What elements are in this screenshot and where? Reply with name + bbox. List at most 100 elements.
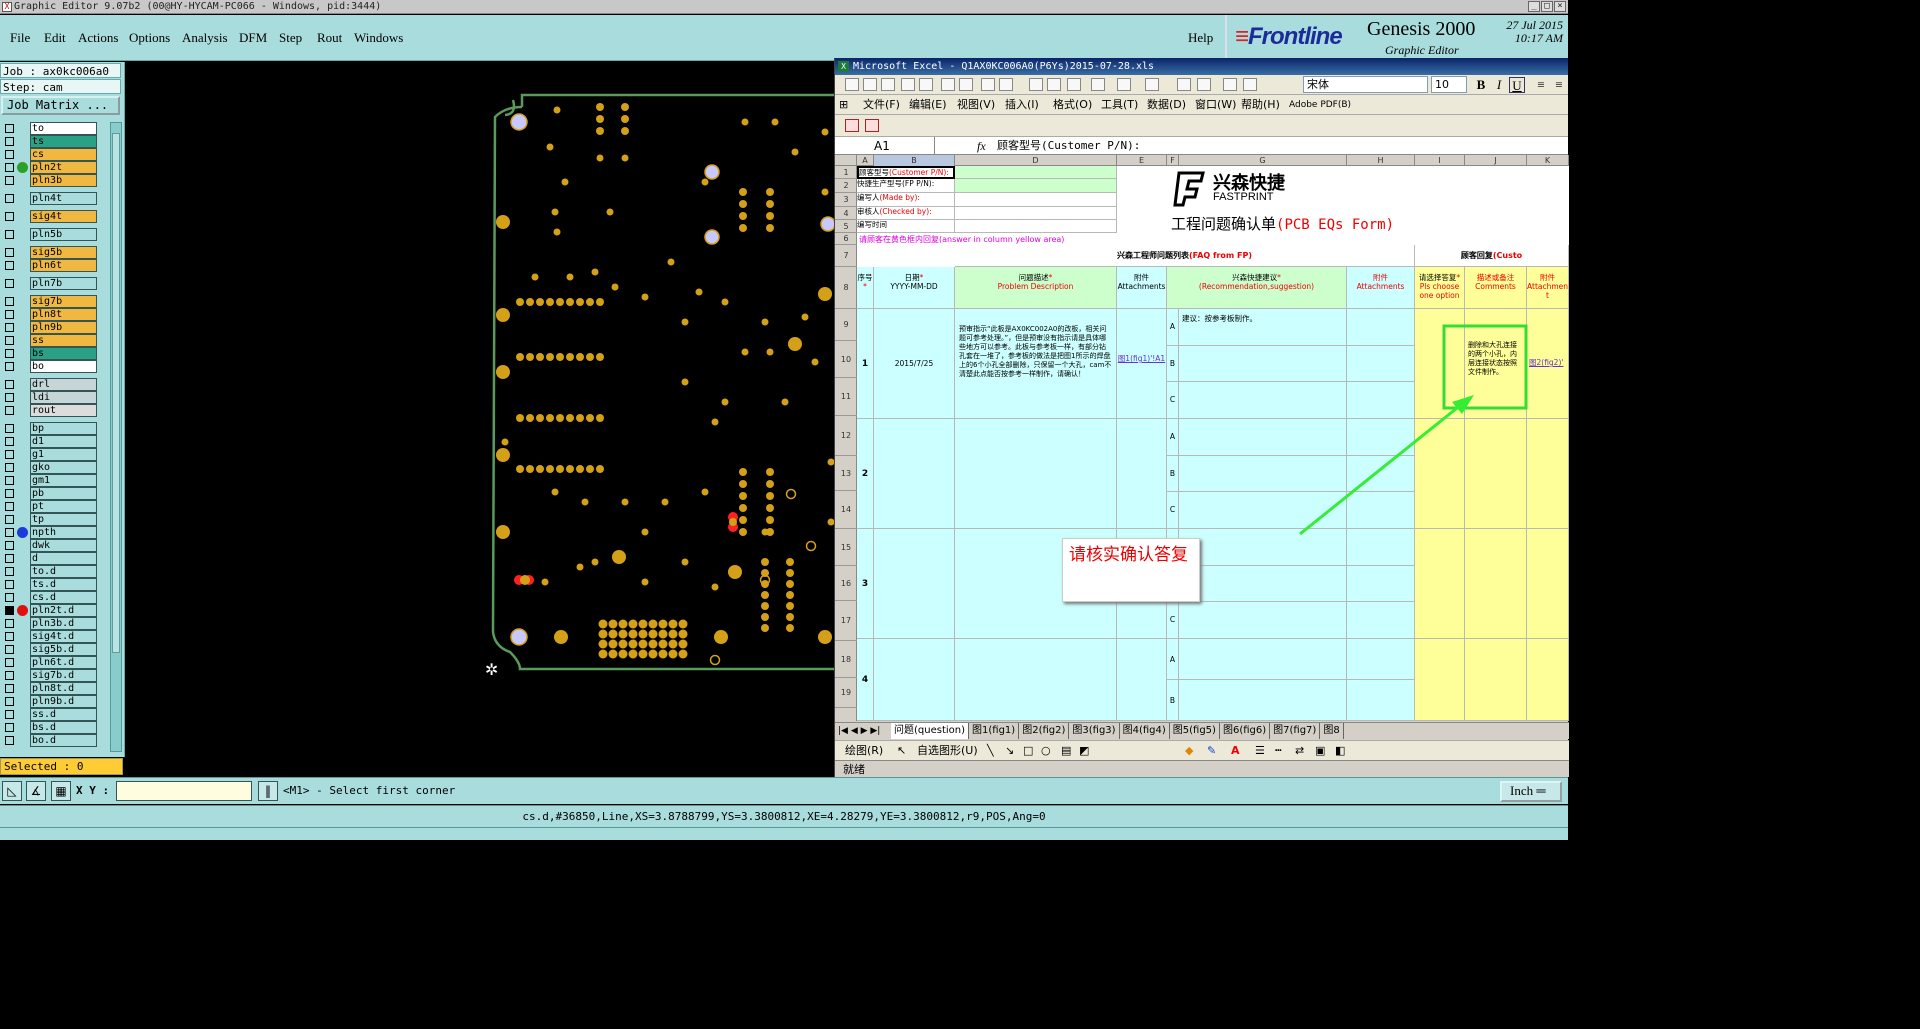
choose-option-cell[interactable] — [1415, 639, 1465, 721]
layer-row[interactable]: sig7b — [0, 295, 110, 308]
layer-name[interactable]: sig7b.d — [30, 669, 97, 682]
choose-option-cell[interactable] — [1415, 419, 1465, 529]
menu-dfm[interactable]: DFM — [239, 30, 267, 46]
layer-scrollbar[interactable] — [110, 122, 122, 752]
row-header[interactable]: 11 — [835, 378, 857, 416]
issue-date[interactable] — [874, 419, 955, 529]
layer-name[interactable]: pt — [30, 500, 97, 513]
excel-menu-edit[interactable]: 编辑(E) — [909, 95, 947, 115]
layer-checkbox[interactable] — [5, 261, 14, 270]
recommendation-cell[interactable] — [1179, 455, 1347, 493]
excel-window[interactable]: X Microsoft Excel - Q1AX0KC006A0(P6Ys)20… — [834, 58, 1569, 777]
fx-icon[interactable]: fx — [977, 137, 986, 155]
layer-name[interactable]: pb — [30, 487, 97, 500]
hyperlink-icon[interactable] — [1177, 78, 1191, 91]
layer-checkbox[interactable] — [5, 632, 14, 641]
email-icon[interactable] — [919, 78, 933, 91]
col-header-d[interactable]: D — [955, 155, 1117, 166]
layer-name[interactable]: bo — [30, 360, 97, 373]
draw-menu[interactable]: 绘图(R) — [845, 741, 883, 761]
layer-row[interactable]: bs.d — [0, 721, 110, 734]
line-tool-icon[interactable]: ╲ — [987, 741, 994, 761]
layer-name[interactable]: g1 — [30, 448, 97, 461]
menu-help[interactable]: Help — [1188, 30, 1213, 46]
menu-options[interactable]: Options — [129, 30, 170, 46]
col-header-a[interactable]: A — [857, 155, 874, 166]
layer-row[interactable]: pln6t — [0, 259, 110, 272]
layer-row[interactable]: pln4t — [0, 192, 110, 205]
cell-a4[interactable]: 审核人(Checked by): — [857, 207, 955, 220]
layer-checkbox[interactable] — [5, 645, 14, 654]
layer-row[interactable]: sig4t — [0, 210, 110, 223]
arrow-style-icon[interactable]: ⇄ — [1295, 741, 1304, 761]
attachment-cell[interactable] — [1347, 345, 1415, 383]
layer-checkbox[interactable] — [5, 424, 14, 433]
layer-checkbox[interactable] — [5, 671, 14, 680]
layer-name[interactable]: d1 — [30, 435, 97, 448]
row-header[interactable]: 15 — [835, 529, 857, 566]
layer-name[interactable]: cs.d — [30, 591, 97, 604]
layer-row[interactable]: pln9b.d — [0, 695, 110, 708]
layer-checkbox[interactable] — [5, 150, 14, 159]
row-header[interactable]: 14 — [835, 491, 857, 529]
layer-display-dot[interactable] — [17, 605, 28, 616]
align-left-icon[interactable]: ≡ — [1533, 77, 1549, 93]
name-box[interactable]: A1 — [837, 137, 935, 154]
cell-d2[interactable] — [955, 179, 1117, 193]
customer-attachment-cell[interactable] — [1527, 419, 1569, 529]
choose-option-cell[interactable] — [1415, 529, 1465, 639]
layer-checkbox[interactable] — [5, 541, 14, 550]
layer-checkbox[interactable] — [5, 580, 14, 589]
layer-checkbox[interactable] — [5, 279, 14, 288]
excel-menu-window[interactable]: 窗口(W) — [1195, 95, 1236, 115]
sheet-nav-arrows[interactable]: |◀ ◀ ▶ ▶| — [838, 723, 880, 739]
recommendation-cell[interactable] — [1179, 492, 1347, 529]
layer-name[interactable]: ss.d — [30, 708, 97, 721]
layer-row[interactable]: pln2t.d — [0, 604, 110, 617]
layer-name[interactable]: sig4t — [30, 210, 97, 223]
oval-tool-icon[interactable]: ○ — [1041, 741, 1051, 761]
sheet-tab[interactable]: 图5(fig5) — [1170, 723, 1220, 739]
layer-name[interactable]: ss — [30, 334, 97, 347]
col-header-k[interactable]: K — [1527, 155, 1569, 166]
issue-attachment-link[interactable] — [1117, 419, 1167, 529]
attachment-cell[interactable] — [1347, 639, 1415, 680]
autoshape-menu[interactable]: 自选图形(U) — [917, 741, 978, 761]
sheet-tab[interactable]: 图1(fig1) — [969, 723, 1020, 739]
layer-row[interactable]: pln7b — [0, 277, 110, 290]
attachment-cell[interactable] — [1347, 529, 1415, 566]
layer-checkbox[interactable] — [5, 736, 14, 745]
sort-descending-icon[interactable] — [1243, 78, 1257, 91]
font-size-select[interactable]: 10 — [1431, 76, 1467, 93]
issue-date[interactable]: 2015/7/25 — [874, 309, 955, 419]
issue-description[interactable] — [955, 639, 1117, 721]
units-button[interactable]: Inch ═ — [1500, 781, 1562, 802]
issue-description[interactable]: 预审指示“此板是AX0KC002A0的改板，相关问题可参考处理。”，但是预审没有… — [955, 309, 1117, 419]
graphic-canvas[interactable]: ✲ — [125, 62, 834, 776]
attachment-cell[interactable] — [1347, 602, 1415, 639]
row-header[interactable]: 18 — [835, 641, 857, 678]
row-header[interactable]: 4 — [835, 207, 857, 220]
layer-row[interactable]: rout — [0, 404, 110, 417]
sheet-tab[interactable]: 图2(fig2) — [1019, 723, 1070, 739]
undo-icon[interactable] — [1117, 78, 1131, 91]
layer-name[interactable]: sig4t.d — [30, 630, 97, 643]
layer-name[interactable]: pln3b — [30, 174, 97, 187]
layer-checkbox[interactable] — [5, 323, 14, 332]
row-header[interactable]: 9 — [835, 309, 857, 341]
layer-checkbox[interactable] — [5, 194, 14, 203]
layer-checkbox[interactable] — [5, 463, 14, 472]
permission-icon[interactable] — [901, 78, 915, 91]
layer-name[interactable]: pln9b — [30, 321, 97, 334]
layer-name[interactable]: pln8t.d — [30, 682, 97, 695]
row-header[interactable]: 2 — [835, 179, 857, 193]
scrollbar-thumb[interactable] — [112, 133, 120, 653]
layer-checkbox[interactable] — [5, 406, 14, 415]
issue-date[interactable] — [874, 529, 955, 639]
layer-display-dot[interactable] — [17, 162, 28, 173]
autosum-icon[interactable] — [1197, 78, 1211, 91]
textbox-tool-icon[interactable]: ▤ — [1061, 741, 1071, 761]
layer-name[interactable]: ldi — [30, 391, 97, 404]
layer-name[interactable]: sig5b — [30, 246, 97, 259]
col-header-e[interactable]: E — [1117, 155, 1167, 166]
